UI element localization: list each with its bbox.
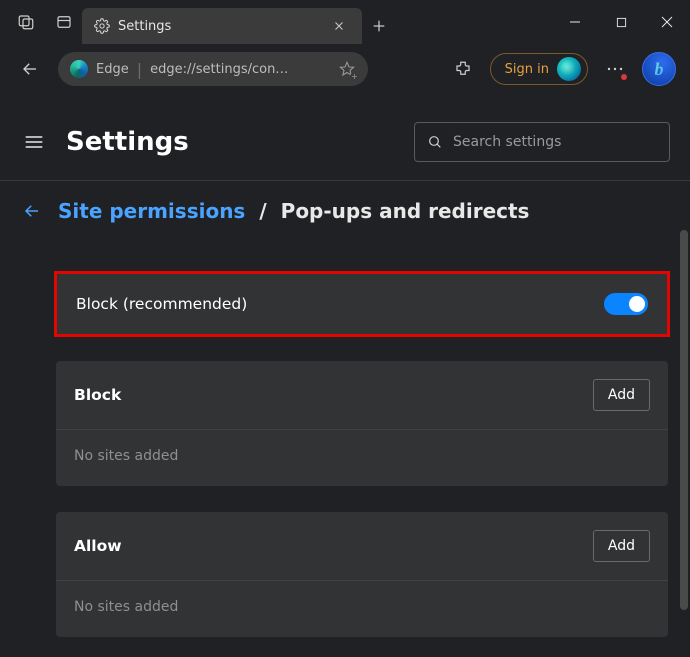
- workspaces-icon[interactable]: [16, 12, 36, 32]
- settings-search-box[interactable]: [414, 122, 670, 162]
- bing-chat-button[interactable]: b: [642, 52, 676, 86]
- new-tab-button[interactable]: [362, 8, 396, 44]
- tab-title: Settings: [118, 19, 326, 34]
- block-list-title: Block: [74, 386, 593, 404]
- gear-icon: [94, 18, 110, 34]
- allow-add-button[interactable]: Add: [593, 530, 650, 562]
- address-url: edge://settings/con…: [150, 62, 334, 77]
- block-add-button[interactable]: Add: [593, 379, 650, 411]
- window-titlebar: Settings: [0, 0, 690, 44]
- scrollbar-thumb[interactable]: [680, 230, 688, 610]
- titlebar-left: [0, 0, 74, 44]
- allow-list-empty-text: No sites added: [56, 581, 668, 637]
- block-list-card: Block Add No sites added: [56, 361, 668, 486]
- block-recommended-card: Block (recommended): [56, 273, 668, 335]
- more-menu-button[interactable]: [600, 54, 630, 84]
- window-minimize-button[interactable]: [552, 0, 598, 44]
- block-list-empty-text: No sites added: [56, 430, 668, 486]
- tab-actions-icon[interactable]: [54, 12, 74, 32]
- breadcrumb-back-button[interactable]: [20, 199, 44, 223]
- window-close-button[interactable]: [644, 0, 690, 44]
- sign-in-button[interactable]: Sign in: [490, 53, 588, 85]
- vertical-scrollbar[interactable]: [680, 230, 688, 630]
- address-bar[interactable]: Edge | edge://settings/con… +: [58, 52, 368, 86]
- page-title: Settings: [66, 127, 189, 157]
- browser-tab-settings[interactable]: Settings: [82, 8, 362, 44]
- block-recommended-toggle[interactable]: [604, 293, 648, 315]
- allow-list-title: Allow: [74, 537, 593, 555]
- nav-back-button[interactable]: [14, 53, 46, 85]
- browser-toolbar: Edge | edge://settings/con… + Sign in b: [0, 44, 690, 94]
- breadcrumb-parent-link[interactable]: Site permissions: [58, 199, 245, 223]
- allow-list-header: Allow Add: [56, 512, 668, 580]
- bing-icon: b: [655, 59, 664, 80]
- allow-list-card: Allow Add No sites added: [56, 512, 668, 637]
- window-controls: [552, 0, 690, 44]
- settings-header: Settings: [0, 94, 690, 180]
- search-icon: [427, 134, 443, 150]
- address-separator: |: [137, 60, 142, 79]
- breadcrumb: Site permissions / Pop-ups and redirects: [0, 181, 690, 233]
- favorite-button[interactable]: +: [334, 56, 360, 82]
- settings-search-input[interactable]: [453, 134, 657, 150]
- tab-close-button[interactable]: [326, 13, 352, 39]
- settings-content: Block (recommended) Block Add No sites a…: [0, 233, 690, 657]
- window-maximize-button[interactable]: [598, 0, 644, 44]
- extensions-button[interactable]: [448, 54, 478, 84]
- plus-badge-icon: +: [350, 72, 359, 81]
- profile-avatar-icon: [557, 57, 581, 81]
- block-recommended-label: Block (recommended): [76, 295, 604, 313]
- block-recommended-row: Block (recommended): [56, 273, 668, 335]
- address-brand: Edge: [96, 62, 129, 77]
- sign-in-label: Sign in: [505, 62, 549, 77]
- settings-menu-button[interactable]: [20, 128, 48, 156]
- breadcrumb-current: Pop-ups and redirects: [281, 199, 530, 223]
- edge-logo-icon: [70, 60, 88, 78]
- breadcrumb-separator: /: [259, 199, 266, 223]
- block-list-header: Block Add: [56, 361, 668, 429]
- notification-dot-icon: [621, 74, 627, 80]
